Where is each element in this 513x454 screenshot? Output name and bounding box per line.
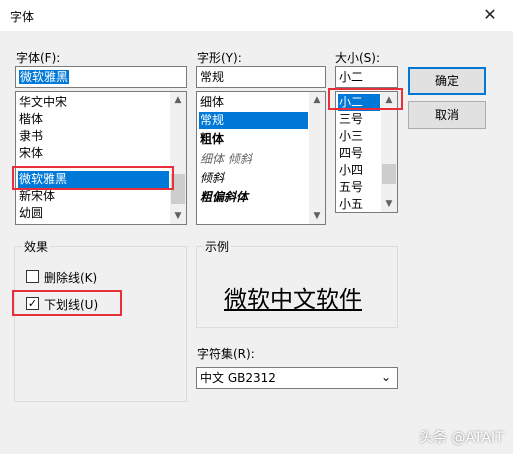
style-scrollbar[interactable]: ▲ ▼: [309, 92, 325, 224]
font-item-kaiti[interactable]: 楷体: [18, 111, 169, 128]
size-scrollbar[interactable]: ▲ ▼: [381, 92, 397, 212]
window-title: 字体: [10, 10, 35, 24]
size-label: 大小(S):: [335, 51, 381, 65]
script-select-value: 中文 GB2312: [200, 371, 276, 385]
font-item-xinsongti[interactable]: 新宋体: [18, 188, 169, 205]
font-item-youyuan[interactable]: 幼圆: [18, 205, 169, 222]
underline-highlight-box: [12, 290, 122, 316]
style-input[interactable]: 常规: [196, 66, 326, 88]
scroll-down-icon[interactable]: ▼: [309, 208, 325, 224]
style-item-italic[interactable]: 倾斜: [199, 170, 308, 187]
effects-label: 效果: [22, 238, 51, 255]
size-input-value: 小二: [339, 70, 364, 84]
sample-text: 微软中文软件: [224, 287, 362, 313]
title-bar: [0, 0, 513, 31]
font-label: 字体(F):: [16, 51, 61, 65]
font-input-value: 微软雅黑: [19, 70, 70, 84]
style-item-bold-italic[interactable]: 粗偏斜体: [199, 189, 308, 206]
style-item-regular[interactable]: 常规: [199, 112, 308, 129]
style-list[interactable]: 细体 常规 粗体 细体 倾斜 倾斜 粗偏斜体 ▲ ▼: [196, 91, 326, 225]
size-item-xiaowu[interactable]: 小五: [338, 196, 380, 212]
scroll-up-icon[interactable]: ▲: [309, 92, 325, 108]
size-input[interactable]: 小二: [335, 66, 398, 88]
scroll-down-icon[interactable]: ▼: [381, 196, 397, 212]
font-item-lishu[interactable]: 隶书: [18, 128, 169, 145]
style-input-value: 常规: [200, 70, 225, 84]
strikeout-label[interactable]: 删除线(K): [44, 269, 97, 286]
size-item-sanhao[interactable]: 三号: [338, 111, 380, 128]
size-item-sihao[interactable]: 四号: [338, 145, 380, 162]
strikeout-checkbox[interactable]: [26, 270, 39, 283]
effects-group: [14, 246, 187, 402]
ok-button[interactable]: 确定: [408, 67, 486, 95]
style-item-bold[interactable]: 粗体: [199, 131, 308, 148]
close-button[interactable]: ✕: [480, 5, 500, 25]
font-scrollbar[interactable]: ▲ ▼: [170, 92, 186, 224]
size-item-xiaosi[interactable]: 小四: [338, 162, 380, 179]
watermark: 头条 @ATAIT: [419, 430, 504, 446]
script-select[interactable]: 中文 GB2312 ⌄: [196, 367, 398, 389]
sample-label: 示例: [203, 238, 232, 255]
scroll-up-icon[interactable]: ▲: [170, 92, 186, 108]
font-input[interactable]: 微软雅黑: [15, 66, 187, 88]
script-label: 字符集(R):: [197, 347, 255, 361]
cancel-button[interactable]: 取消: [408, 101, 486, 129]
chevron-down-icon[interactable]: ⌄: [381, 369, 391, 385]
size-highlight-box: [328, 88, 403, 110]
style-item-thin[interactable]: 细体: [199, 94, 308, 111]
font-highlight-box: [12, 166, 174, 190]
style-item-thin-italic[interactable]: 细体 倾斜: [199, 151, 308, 168]
size-item-wuhao[interactable]: 五号: [338, 179, 380, 196]
size-scroll-thumb[interactable]: [382, 164, 396, 184]
scroll-down-icon[interactable]: ▼: [170, 208, 186, 224]
font-list[interactable]: 华文中宋 楷体 隶书 宋体 微软雅黑 新宋体 幼圆 ▲ ▼: [15, 91, 187, 225]
font-item-songti[interactable]: 宋体: [18, 145, 169, 162]
size-item-xiaosan[interactable]: 小三: [338, 128, 380, 145]
close-icon: ✕: [483, 5, 497, 24]
font-item-huawenzhongsong[interactable]: 华文中宋: [18, 94, 169, 111]
style-label: 字形(Y):: [197, 51, 242, 65]
